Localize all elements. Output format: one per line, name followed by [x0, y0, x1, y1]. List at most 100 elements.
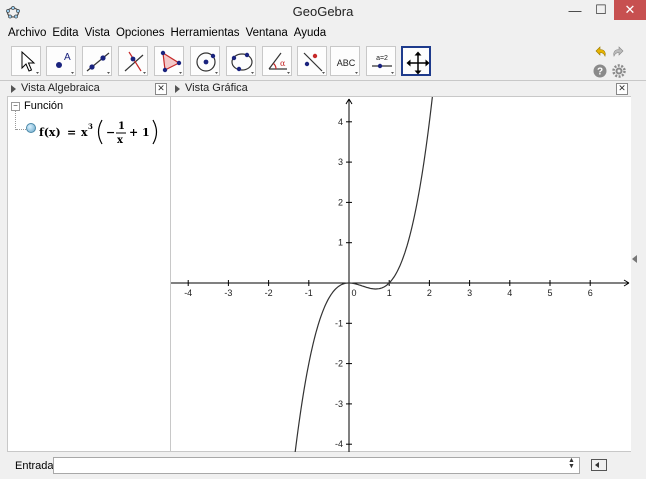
right-parenthesis [152, 119, 158, 145]
input-field[interactable] [53, 457, 580, 474]
graphics-view-close-button[interactable]: ✕ [616, 83, 628, 95]
close-icon: ✕ [624, 2, 636, 17]
text-icon: ABC [337, 58, 358, 74]
menu-ventana[interactable]: Ventana [243, 27, 291, 39]
x-tick-label: 6 [588, 288, 593, 298]
perpendicular-line-icon [124, 51, 146, 74]
menu-archivo[interactable]: Archivo [0, 27, 49, 39]
algebra-view-close-button[interactable]: ✕ [155, 83, 167, 95]
cursor-arrow-icon [21, 50, 39, 74]
y-tick-label: 2 [338, 197, 343, 207]
menu-ayuda[interactable]: Ayuda [291, 27, 329, 39]
function-formula: f(x) = x 3 − 1 x + 1 [39, 119, 158, 146]
input-label: Entrada: [15, 460, 57, 472]
close-window-button[interactable]: ✕ [614, 0, 646, 20]
line-through-points-icon [86, 52, 110, 74]
svg-text:α: α [280, 59, 286, 68]
axes [171, 98, 630, 452]
circle-center-point-icon [196, 52, 218, 74]
algebra-view-title: Vista Algebraica [21, 82, 100, 94]
function-name: f(x) [39, 126, 61, 139]
power-base: x [81, 126, 88, 139]
redo-icon[interactable] [611, 44, 627, 60]
y-tick-label: -3 [335, 399, 343, 409]
menu-edita[interactable]: Edita [49, 27, 81, 39]
menu-bar: Archivo Edita Vista Opciones Herramienta… [0, 24, 646, 42]
minimize-button[interactable]: — [562, 0, 588, 20]
tree-line [15, 110, 17, 130]
point-icon: A [56, 52, 74, 74]
graphics-view-header[interactable]: Vista Gráfica ✕ [171, 82, 631, 96]
maximize-icon: ☐ [595, 2, 607, 17]
menu-herramientas[interactable]: Herramientas [168, 27, 243, 39]
function-definition[interactable]: f(x) = x 3 − 1 x + 1 [39, 116, 164, 148]
maximize-button[interactable]: ☐ [588, 0, 614, 20]
title-bar: GeoGebra — ☐ ✕ [0, 0, 646, 24]
angle-icon: α [268, 52, 290, 74]
x-tick-label: -2 [265, 288, 273, 298]
move-cross-arrows-icon [406, 51, 430, 75]
text-tool-label: ABC [337, 58, 356, 68]
algebra-view-header[interactable]: Vista Algebraica ✕ [7, 82, 171, 96]
input-history-arrows-icon[interactable]: ▲ ▼ [568, 457, 575, 470]
x-tick-label: 3 [467, 288, 472, 298]
plus-term: + 1 [129, 126, 150, 139]
move-tool-button[interactable] [11, 46, 41, 76]
panel-collapse-icon[interactable] [175, 85, 180, 93]
graphics-view[interactable]: -4 -3 -2 -1 0 1 2 3 4 5 6 4 3 2 1 -1 -2 -3 -4 [171, 96, 631, 452]
text-tool-button[interactable]: ABC [330, 46, 360, 76]
slider-tool-label: a=2 [376, 55, 388, 62]
equals-sign: = [67, 126, 76, 139]
y-tick-label: -1 [335, 318, 343, 328]
x-tick-label: 0 [351, 288, 356, 298]
x-tick-label: 5 [547, 288, 552, 298]
slider-tool-button[interactable]: a=2 [366, 46, 396, 76]
move-graphics-view-tool-button[interactable] [401, 46, 431, 76]
svg-text:?: ? [597, 67, 603, 78]
perpendicular-tool-button[interactable] [118, 46, 148, 76]
category-label: Función [24, 100, 64, 112]
x-tick-label: -4 [184, 288, 192, 298]
svg-text:A: A [64, 52, 71, 63]
fraction-denominator: x [117, 135, 124, 146]
conic-through-points-icon [231, 52, 254, 74]
graphics-view-title: Vista Gráfica [185, 82, 248, 94]
x-tick-label: 1 [387, 288, 392, 298]
fraction-numerator: 1 [118, 121, 125, 132]
line-tool-button[interactable] [82, 46, 112, 76]
polygon-tool-button[interactable] [154, 46, 184, 76]
panel-collapse-icon[interactable] [11, 85, 16, 93]
reflect-tool-button[interactable] [297, 46, 327, 76]
undo-icon[interactable] [592, 44, 608, 60]
visibility-toggle-icon[interactable] [26, 123, 36, 133]
window-title: GeoGebra [292, 4, 354, 19]
y-tick-label: 3 [338, 157, 343, 167]
menu-vista[interactable]: Vista [82, 27, 113, 39]
y-tick-label: -2 [335, 359, 343, 369]
settings-gear-icon[interactable] [611, 63, 627, 79]
graphics-canvas[interactable]: -4 -3 -2 -1 0 1 2 3 4 5 6 4 3 2 1 -1 -2 -3 -4 [171, 97, 631, 452]
help-icon[interactable]: ? [592, 63, 608, 79]
input-bar: Entrada: ▲ ▼ [0, 455, 646, 479]
function-graph-f[interactable] [290, 97, 437, 452]
x-tick-label: -3 [224, 288, 232, 298]
polygon-icon [160, 50, 182, 74]
input-help-icon[interactable] [591, 459, 607, 471]
left-parenthesis [97, 119, 103, 145]
y-tick-label: 1 [338, 238, 343, 248]
angle-tool-button[interactable]: α [262, 46, 292, 76]
reflect-about-line-icon [303, 52, 325, 74]
circle-tool-button[interactable] [190, 46, 220, 76]
toolbar: A α ABC a=2 ? [0, 42, 646, 80]
point-tool-button[interactable]: A [46, 46, 76, 76]
power-exponent: 3 [88, 122, 93, 131]
slider-icon: a=2 [372, 55, 394, 74]
conic-tool-button[interactable] [226, 46, 256, 76]
y-tick-label: -4 [335, 439, 343, 449]
minimize-icon: — [568, 2, 582, 18]
x-tick-label: -1 [305, 288, 313, 298]
menu-opciones[interactable]: Opciones [113, 27, 168, 39]
x-tick-label: 2 [427, 288, 432, 298]
minus-sign: − [106, 126, 115, 139]
expand-side-panel-icon[interactable] [632, 255, 637, 263]
